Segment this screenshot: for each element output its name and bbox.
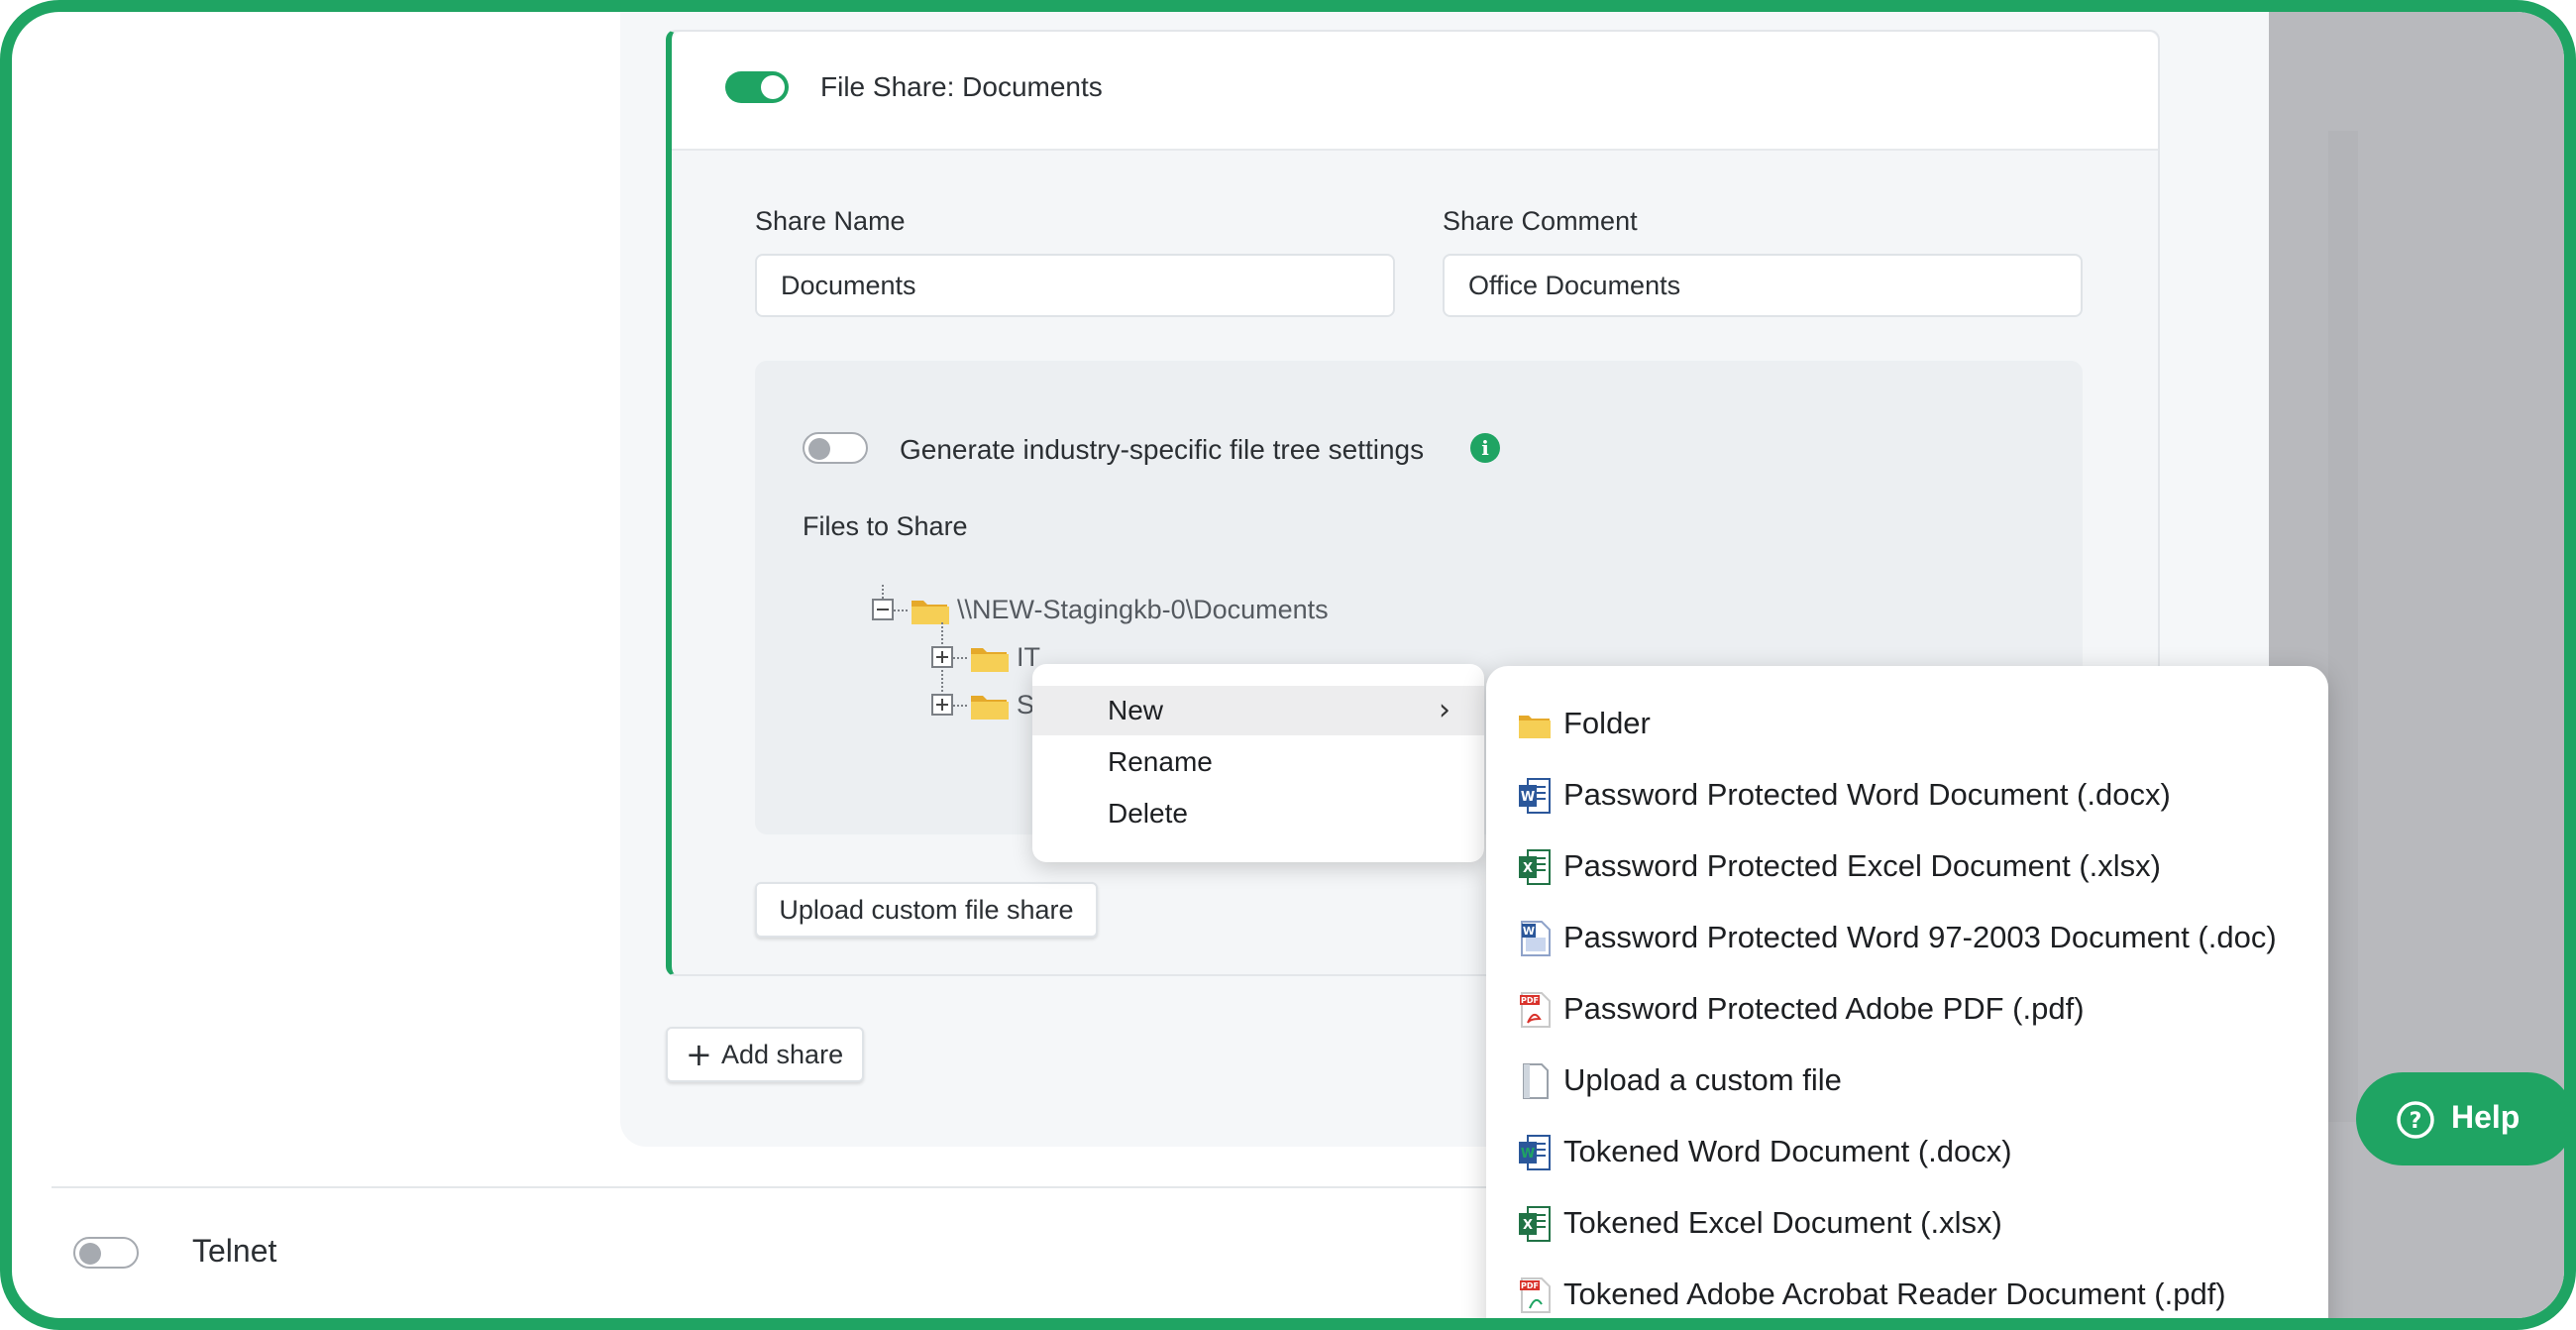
share-name-input[interactable]: Documents [755, 254, 1395, 317]
submenu-item-label: Upload a custom file [1563, 1062, 1842, 1097]
tree-line [894, 610, 908, 611]
info-icon[interactable]: i [1470, 433, 1500, 463]
expand-icon[interactable] [931, 694, 953, 716]
share-comment-input[interactable]: Office Documents [1443, 254, 2083, 317]
menu-item-label: New [1108, 695, 1164, 725]
expand-icon[interactable] [931, 646, 953, 668]
toggle-knob [808, 438, 830, 460]
section-divider [52, 1318, 2269, 1320]
backdrop-shadow [2328, 131, 2358, 1122]
pdf-icon: PDF [1520, 992, 1551, 1028]
svg-text:W: W [1523, 925, 1535, 938]
svg-text:X: X [1523, 1218, 1533, 1233]
submenu-item-label: Password Protected Word 97-2003 Document… [1563, 920, 2277, 954]
svg-text:W: W [1521, 790, 1535, 805]
context-menu-rename[interactable]: Rename [1032, 737, 1484, 787]
new-submenu: Folder W Password Protected Word Documen… [1486, 666, 2328, 1318]
submenu-item-label: Tokened Adobe Acrobat Reader Document (.… [1563, 1276, 2226, 1311]
submenu-item-label: Password Protected Excel Document (.xlsx… [1563, 848, 2161, 883]
svg-text:X: X [1523, 861, 1533, 876]
submenu-item-tokened-docx[interactable]: W Tokened Word Document (.docx) [1486, 1116, 2328, 1187]
file-share-title: File Share: Documents [820, 71, 1103, 102]
add-share-label: Add share [721, 1040, 844, 1069]
collapse-icon[interactable] [872, 599, 894, 620]
tree-root-label[interactable]: \\NEW-Stagingkb-0\Documents [957, 595, 1329, 625]
help-button[interactable]: ? Help [2356, 1072, 2564, 1165]
question-circle-icon: ? [2397, 1101, 2434, 1139]
word-legacy-icon: W [1521, 921, 1551, 956]
word-icon: W [1519, 1135, 1551, 1170]
context-menu-new[interactable]: New › [1032, 686, 1484, 735]
plus-icon: + [686, 1036, 712, 1073]
add-share-button[interactable]: + Add share [666, 1027, 864, 1082]
blank-file-icon [1523, 1063, 1549, 1099]
submenu-item-tokened-xlsx[interactable]: X Tokened Excel Document (.xlsx) [1486, 1187, 2328, 1259]
share-comment-label: Share Comment [1443, 206, 1638, 236]
submenu-item-label: Tokened Word Document (.docx) [1563, 1134, 2012, 1168]
word-icon: W [1519, 778, 1551, 814]
help-label: Help [2451, 1099, 2521, 1135]
toggle-knob [761, 75, 785, 99]
submenu-item-protected-doc[interactable]: W Password Protected Word 97-2003 Docume… [1486, 902, 2328, 973]
submenu-item-label: Password Protected Adobe PDF (.pdf) [1563, 991, 2085, 1026]
industry-settings-toggle[interactable] [803, 432, 868, 464]
context-menu-delete[interactable]: Delete [1032, 789, 1484, 838]
industry-settings-label: Generate industry-specific file tree set… [900, 434, 1425, 465]
submenu-item-folder[interactable]: Folder [1486, 688, 2328, 759]
upload-custom-file-share-button[interactable]: Upload custom file share [755, 882, 1098, 938]
submenu-item-tokened-pdf[interactable]: PDF Tokened Adobe Acrobat Reader Documen… [1486, 1259, 2328, 1318]
excel-icon: X [1519, 849, 1551, 885]
telnet-toggle[interactable] [73, 1237, 139, 1269]
pdf-icon: PDF [1520, 1277, 1551, 1313]
svg-text:?: ? [2410, 1109, 2422, 1134]
context-menu: New › Rename Delete [1032, 664, 1484, 862]
folder-icon [971, 648, 1009, 672]
tree-line [882, 585, 884, 599]
folder-icon [912, 601, 949, 624]
svg-text:W: W [1521, 1147, 1535, 1162]
svg-text:PDF: PDF [1521, 1281, 1539, 1290]
submenu-item-label: Tokened Excel Document (.xlsx) [1563, 1205, 2002, 1240]
submenu-item-protected-docx[interactable]: W Password Protected Word Document (.doc… [1486, 759, 2328, 831]
file-share-toggle[interactable] [725, 71, 789, 103]
submenu-item-protected-xlsx[interactable]: X Password Protected Excel Document (.xl… [1486, 831, 2328, 902]
toggle-knob [79, 1243, 101, 1265]
file-share-header: File Share: Documents [672, 32, 2158, 151]
submenu-item-upload-custom[interactable]: Upload a custom file [1486, 1045, 2328, 1116]
tree-line [953, 657, 967, 659]
folder-icon [1519, 716, 1551, 738]
submenu-item-label: Password Protected Word Document (.docx) [1563, 777, 2171, 812]
app-window: File Share: Documents Share Name Documen… [0, 0, 2576, 1330]
tree-line [953, 705, 967, 707]
folder-icon [971, 696, 1009, 720]
files-to-share-label: Files to Share [803, 511, 968, 541]
telnet-label: Telnet [192, 1233, 277, 1269]
share-name-label: Share Name [755, 206, 906, 236]
svg-text:PDF: PDF [1521, 996, 1539, 1005]
submenu-item-label: Folder [1563, 706, 1651, 740]
chevron-right-icon: › [1439, 693, 1450, 727]
submenu-item-protected-pdf[interactable]: PDF Password Protected Adobe PDF (.pdf) [1486, 973, 2328, 1045]
excel-icon: X [1519, 1206, 1551, 1242]
